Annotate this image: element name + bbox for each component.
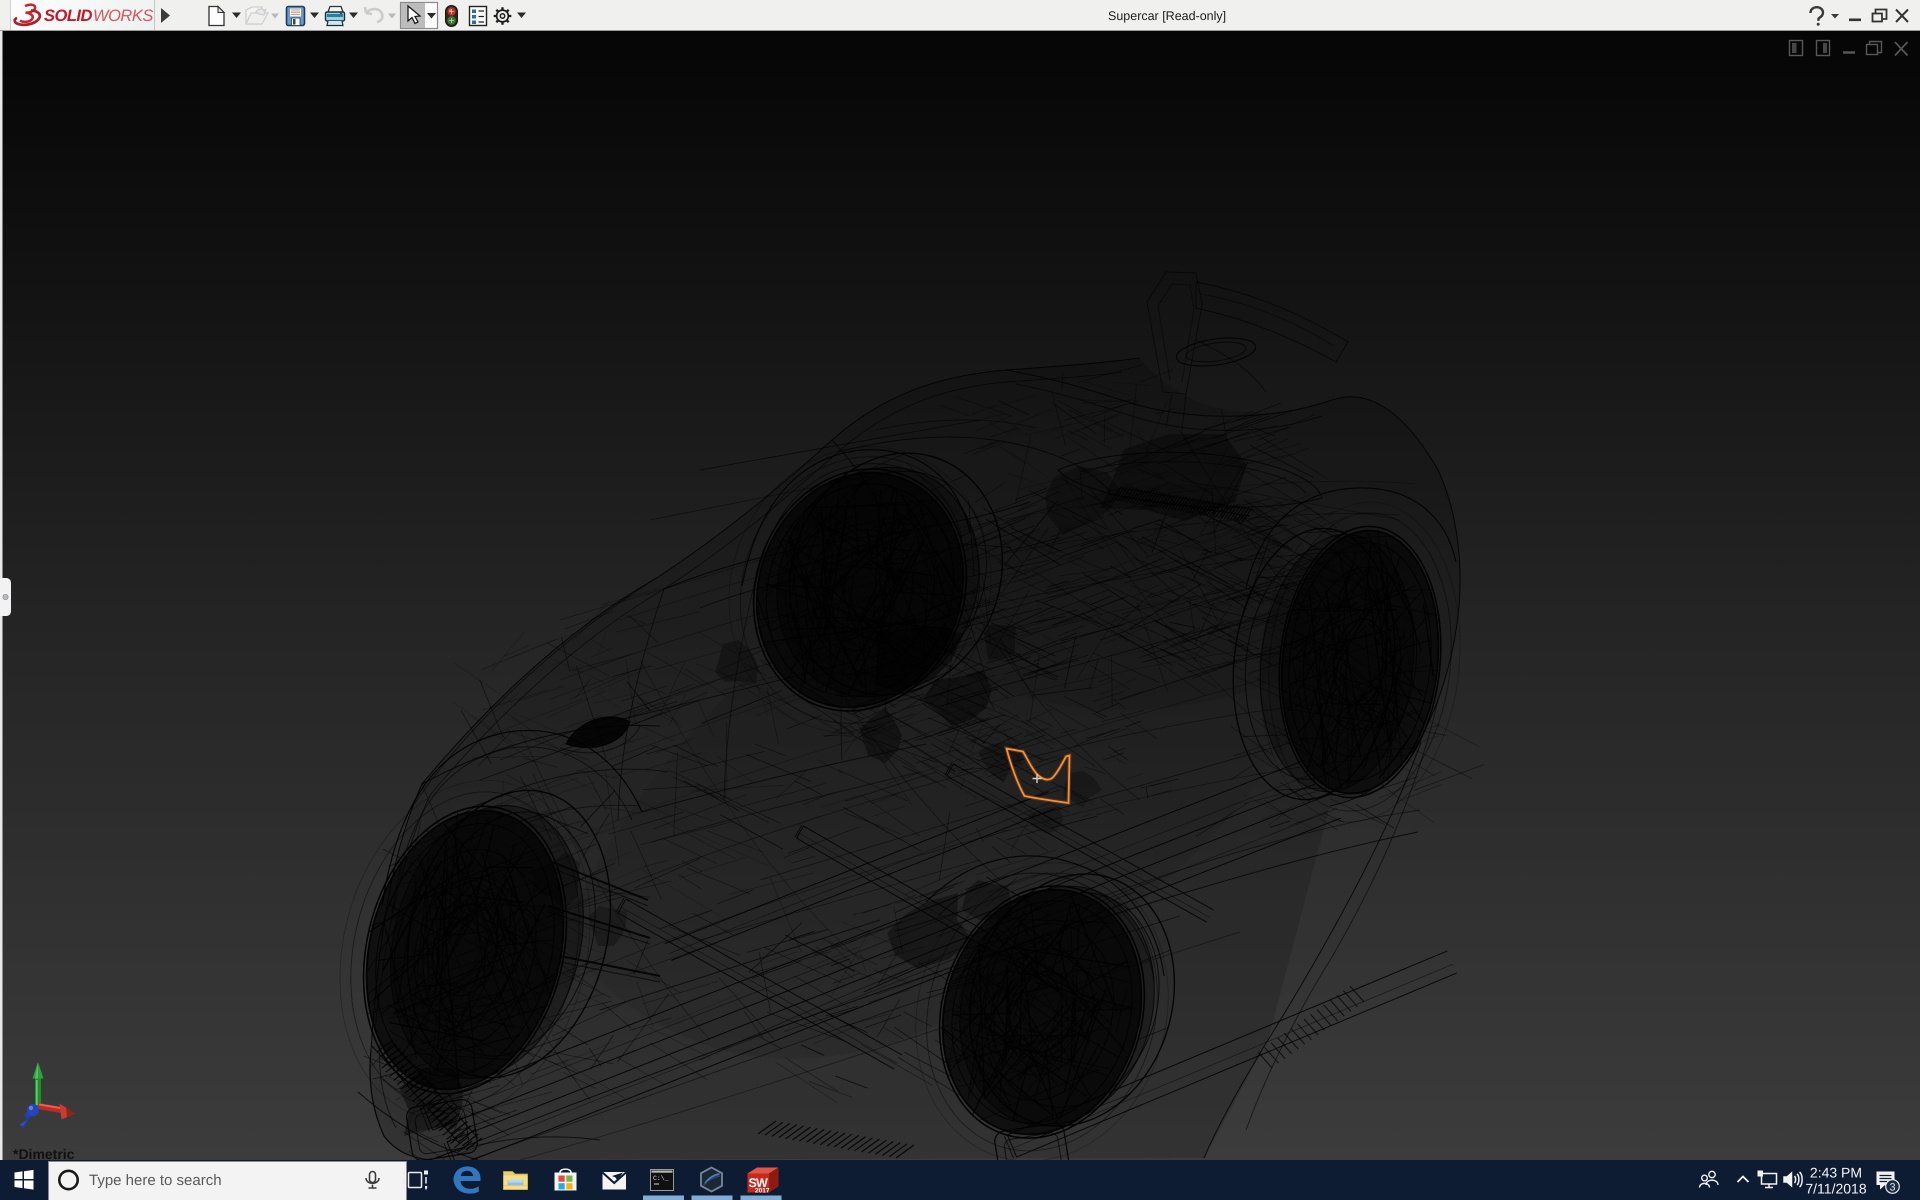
svg-text:2017: 2017 — [755, 1188, 770, 1195]
svg-text:SOLID: SOLID — [44, 7, 93, 25]
svg-text:2:43 PM: 2:43 PM — [1810, 1165, 1862, 1181]
svg-text:Type here to search: Type here to search — [89, 1172, 222, 1189]
svg-text:7/11/2018: 7/11/2018 — [1805, 1181, 1866, 1197]
svg-text:WORKS: WORKS — [93, 7, 153, 25]
svg-text:3: 3 — [1890, 1182, 1896, 1194]
svg-text:Supercar [Read-only]: Supercar [Read-only] — [1108, 9, 1226, 23]
svg-text:C:\_: C:\_ — [653, 1175, 669, 1182]
